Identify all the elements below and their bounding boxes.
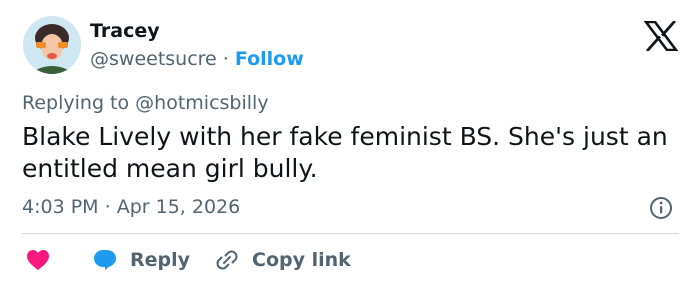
reply-button[interactable]: Reply xyxy=(93,246,190,274)
timestamp-separator: · xyxy=(104,196,111,218)
tweet-timestamp[interactable]: 4:03 PM · Apr 15, 2026 xyxy=(22,196,240,218)
separator-dot: · xyxy=(222,48,229,70)
info-icon[interactable] xyxy=(649,196,673,220)
author-name[interactable]: Tracey xyxy=(90,20,160,42)
link-icon xyxy=(216,250,238,270)
tweet-card: Tracey @sweetsucre · Follow Replying to … xyxy=(0,0,700,287)
replying-prefix: Replying to xyxy=(22,92,130,114)
divider xyxy=(22,233,679,234)
replying-mention[interactable]: @hotmicsbilly xyxy=(135,92,268,114)
tweet-time: 4:03 PM xyxy=(22,196,99,218)
x-logo-icon[interactable] xyxy=(644,21,678,51)
follow-button[interactable]: Follow xyxy=(235,48,304,70)
avatar-image xyxy=(23,16,81,74)
author-handle[interactable]: @sweetsucre xyxy=(90,48,217,70)
avatar[interactable] xyxy=(23,16,81,74)
replying-to: Replying to @hotmicsbilly xyxy=(22,92,269,114)
reply-label: Reply xyxy=(130,249,191,271)
tweet-text: Blake Lively with her fake feminist BS. … xyxy=(22,122,668,183)
reply-bubble-icon xyxy=(94,250,116,270)
copy-link-button[interactable]: Copy link xyxy=(215,246,351,274)
copy-link-label: Copy link xyxy=(252,249,351,271)
author-handle-row: @sweetsucre · Follow xyxy=(90,48,304,70)
tweet-date: Apr 15, 2026 xyxy=(116,196,241,218)
heart-icon[interactable] xyxy=(26,249,50,271)
